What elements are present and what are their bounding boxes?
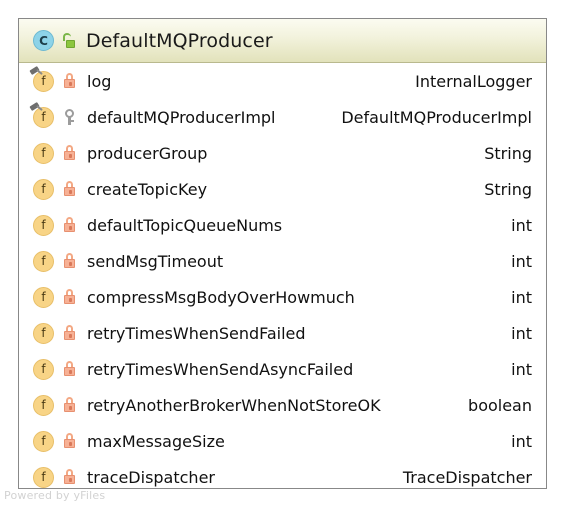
- member-name-label: retryTimesWhenSendAsyncFailed: [87, 359, 354, 379]
- field-icon: f: [33, 142, 54, 164]
- member-type-label: boolean: [468, 395, 532, 415]
- member-type-label: InternalLogger: [415, 71, 532, 91]
- class-header[interactable]: C DefaultMQProducer: [19, 19, 546, 63]
- member-icon-group: f: [33, 106, 76, 128]
- field-icon: f: [33, 358, 54, 380]
- member-name-label: sendMsgTimeout: [87, 251, 224, 271]
- field-icon: f: [33, 466, 54, 488]
- member-type-label: int: [511, 431, 532, 451]
- lock-private-icon: [63, 361, 76, 377]
- member-type-label: int: [511, 323, 532, 343]
- lock-private-icon: [63, 181, 76, 197]
- member-type-label: DefaultMQProducerImpl: [341, 107, 532, 127]
- member-name-label: log: [87, 71, 112, 91]
- member-icon-group: f: [33, 322, 76, 344]
- member-row[interactable]: f defaultTopicQueueNums int: [19, 207, 546, 243]
- member-name-label: traceDispatcher: [87, 467, 215, 487]
- member-icon-group: f: [33, 70, 76, 92]
- lock-private-icon: [63, 289, 76, 305]
- member-name-label: defaultTopicQueueNums: [87, 215, 283, 235]
- field-icon: f: [33, 250, 54, 272]
- member-row[interactable]: f maxMessageSize int: [19, 423, 546, 459]
- lock-private-icon: [63, 73, 76, 89]
- unlock-public-icon: [62, 32, 76, 49]
- lock-private-icon: [63, 253, 76, 269]
- field-static-icon: f: [33, 106, 54, 128]
- lock-private-icon: [63, 469, 76, 485]
- lock-private-icon: [63, 217, 76, 233]
- member-name-label: retryAnotherBrokerWhenNotStoreOK: [87, 395, 381, 415]
- lock-private-icon: [63, 145, 76, 161]
- lock-private-icon: [63, 397, 76, 413]
- field-static-icon: f: [33, 70, 54, 92]
- member-row[interactable]: f producerGroup String: [19, 135, 546, 171]
- key-protected-icon: [63, 109, 76, 125]
- member-type-label: int: [511, 251, 532, 271]
- member-icon-group: f: [33, 214, 76, 236]
- field-icon: f: [33, 430, 54, 452]
- member-type-label: int: [511, 359, 532, 379]
- member-type-label: int: [511, 287, 532, 307]
- field-icon: f: [33, 286, 54, 308]
- class-circle-icon: C: [33, 30, 54, 51]
- member-icon-group: f: [33, 430, 76, 452]
- member-row[interactable]: f compressMsgBodyOverHowmuch int: [19, 279, 546, 315]
- member-name-label: createTopicKey: [87, 179, 208, 199]
- field-icon: f: [33, 178, 54, 200]
- member-icon-group: f: [33, 178, 76, 200]
- member-type-label: String: [484, 143, 532, 163]
- member-name-label: defaultMQProducerImpl: [87, 107, 276, 127]
- member-name-label: compressMsgBodyOverHowmuch: [87, 287, 355, 307]
- member-icon-group: f: [33, 142, 76, 164]
- member-row[interactable]: f retryTimesWhenSendFailed int: [19, 315, 546, 351]
- member-row[interactable]: f defaultMQProducerImpl DefaultMQProducerI…: [19, 99, 546, 135]
- member-name-label: retryTimesWhenSendFailed: [87, 323, 306, 343]
- lock-private-icon: [63, 433, 76, 449]
- member-type-label: String: [484, 179, 532, 199]
- member-type-label: int: [511, 215, 532, 235]
- member-type-label: TraceDispatcher: [402, 467, 532, 487]
- member-row[interactable]: f retryAnotherBrokerWhenNotStoreOK boolean: [19, 387, 546, 423]
- class-name-label: DefaultMQProducer: [86, 29, 273, 52]
- member-name-label: maxMessageSize: [87, 431, 225, 451]
- member-icon-group: f: [33, 466, 76, 488]
- member-icon-group: f: [33, 394, 76, 416]
- lock-private-icon: [63, 325, 76, 341]
- member-list: f log InternalLogger f defaultMQProducerImpl…: [19, 63, 546, 495]
- watermark-label: Powered by yFiles: [4, 489, 106, 502]
- field-icon: f: [33, 394, 54, 416]
- member-row[interactable]: f retryTimesWhenSendAsyncFailed int: [19, 351, 546, 387]
- field-icon: f: [33, 322, 54, 344]
- member-row[interactable]: f sendMsgTimeout int: [19, 243, 546, 279]
- field-icon: f: [33, 214, 54, 236]
- member-icon-group: f: [33, 286, 76, 308]
- uml-class-card[interactable]: C DefaultMQProducer f log InternalLogger f d…: [18, 18, 547, 489]
- member-name-label: producerGroup: [87, 143, 208, 163]
- member-row[interactable]: f createTopicKey String: [19, 171, 546, 207]
- member-icon-group: f: [33, 250, 76, 272]
- member-icon-group: f: [33, 358, 76, 380]
- member-row[interactable]: f log InternalLogger: [19, 63, 546, 99]
